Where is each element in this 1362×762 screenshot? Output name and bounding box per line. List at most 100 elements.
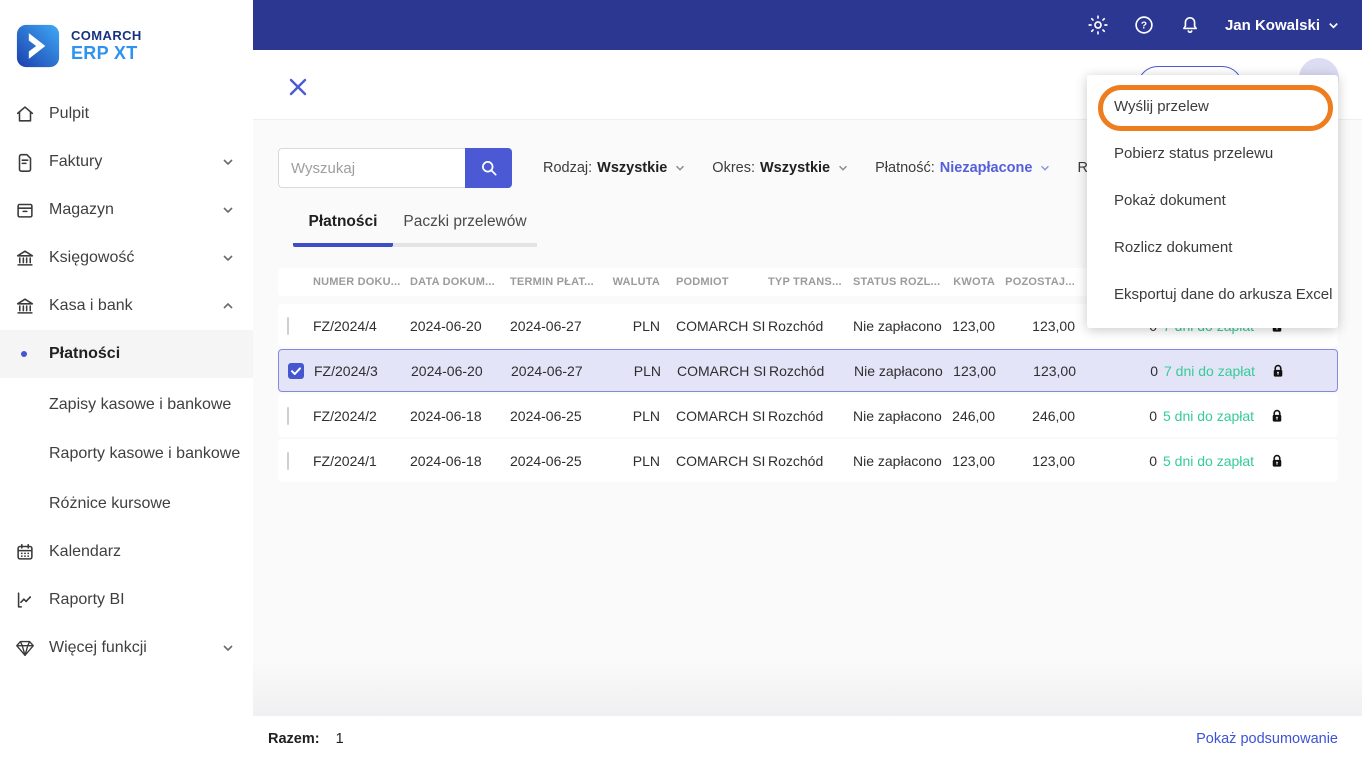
lock-icon [1269, 361, 1289, 381]
menu-item-eksportuj-excel[interactable]: Eksportuj dane do arkusza Excel [1087, 271, 1338, 318]
row-checkbox[interactable] [287, 452, 289, 470]
cell-numer: FZ/2024/2 [313, 408, 410, 424]
cell-status: Nie zapłacono [853, 408, 948, 424]
search-icon [479, 158, 499, 178]
cell-due: 5 dni do zapłat [1163, 408, 1263, 424]
sidebar-item-label: Raporty BI [49, 591, 235, 609]
filter-platnosc[interactable]: Płatność: Niezapłacone [875, 160, 1051, 176]
cell-kwota: 123,00 [949, 363, 996, 379]
gear-icon[interactable] [1087, 14, 1109, 36]
sidebar-item-zapisy-kasowe[interactable]: Zapisy kasowe i bankowe [0, 382, 253, 427]
cell-zero: 0 [1075, 453, 1157, 469]
cell-termin: 2024-06-25 [510, 453, 605, 469]
sidebar-item-ksiegowosc[interactable]: Księgowość [0, 234, 253, 282]
cell-status: Nie zapłacono [854, 363, 949, 379]
sidebar-item-label: Księgowość [49, 249, 221, 267]
sidebar-item-label: Kasa i bank [49, 297, 221, 315]
show-summary-link[interactable]: Pokaż podsumowanie [1196, 731, 1338, 747]
cell-typ: Rozchód [769, 363, 854, 379]
menu-item-pokaz-dokument[interactable]: Pokaż dokument [1087, 177, 1338, 224]
table-row[interactable]: FZ/2024/2 2024-06-18 2024-06-25 PLN COMA… [278, 394, 1338, 437]
close-icon[interactable] [289, 78, 307, 96]
user-menu[interactable]: Jan Kowalski [1225, 17, 1340, 34]
column-header[interactable]: PODMIOT [676, 276, 768, 288]
column-header[interactable]: DATA DOKUM... [410, 276, 510, 288]
filter-label: Rodzaj: [543, 160, 592, 176]
brand-line1: COMARCH [71, 28, 142, 43]
sidebar-item-label: Pulpit [49, 105, 235, 123]
sidebar-item-raporty-kasowe[interactable]: Raporty kasowe i bankowe [0, 431, 253, 476]
filter-label: Płatność: [875, 160, 935, 176]
filter-okres[interactable]: Okres: Wszystkie [712, 160, 849, 176]
sidebar-item-platnosci[interactable]: Płatności [0, 330, 253, 378]
cell-typ: Rozchód [768, 408, 853, 424]
sidebar-item-faktury[interactable]: Faktury [0, 138, 253, 186]
table-row-selected[interactable]: FZ/2024/3 2024-06-20 2024-06-27 PLN COMA… [278, 349, 1338, 392]
bank-icon [14, 247, 36, 269]
row-checkbox-checked[interactable] [288, 363, 304, 379]
lock-icon [1268, 406, 1288, 426]
column-header[interactable]: TERMIN PŁAT... [510, 276, 605, 288]
sidebar-item-label: Więcej funkcji [49, 639, 221, 657]
sidebar-item-raporty-bi[interactable]: Raporty BI [0, 576, 253, 624]
lock-icon [1268, 451, 1288, 471]
filter-rodzaj[interactable]: Rodzaj: Wszystkie [543, 160, 686, 176]
total-value: 1 [336, 731, 344, 747]
cell-numer: FZ/2024/4 [313, 318, 410, 334]
total-label: Razem: [268, 731, 320, 747]
menu-item-pobierz-status[interactable]: Pobierz status przelewu [1087, 130, 1338, 177]
svg-text:?: ? [1141, 21, 1147, 32]
sidebar-item-label: Płatności [49, 345, 120, 363]
bank-icon [14, 295, 36, 317]
filter-value: Wszystkie [597, 160, 667, 176]
tab-platnosci[interactable]: Płatności [293, 213, 393, 247]
sidebar-item-magazyn[interactable]: Magazyn [0, 186, 253, 234]
sidebar-item-label: Magazyn [49, 201, 221, 219]
footer-bar: Razem: 1 Pokaż podsumowanie [253, 716, 1362, 762]
sidebar-item-label: Faktury [49, 153, 221, 171]
topbar: ? Jan Kowalski [253, 0, 1362, 50]
cell-pozostaje: 123,00 [995, 318, 1075, 334]
help-icon[interactable]: ? [1133, 14, 1155, 36]
cell-data: 2024-06-18 [410, 408, 510, 424]
cell-zero: 0 [1075, 408, 1157, 424]
user-name: Jan Kowalski [1225, 17, 1320, 34]
menu-item-rozlicz-dokument[interactable]: Rozlicz dokument [1087, 224, 1338, 271]
chevron-down-icon [837, 162, 849, 174]
column-header[interactable]: WALUTA [605, 276, 660, 288]
chevron-down-icon [221, 251, 235, 265]
sidebar-item-pulpit[interactable]: Pulpit [0, 90, 253, 138]
row-checkbox[interactable] [287, 407, 289, 425]
filter-value: Wszystkie [760, 160, 830, 176]
cell-podmiot: COMARCH SI [676, 453, 768, 469]
invoice-icon [14, 151, 36, 173]
column-header[interactable]: NUMER DOKU... [313, 276, 410, 288]
chevron-down-icon [221, 203, 235, 217]
tab-paczki-przelewow[interactable]: Paczki przelewów [393, 213, 537, 247]
row-checkbox[interactable] [287, 317, 289, 335]
search-button[interactable] [465, 148, 512, 188]
filter-bar: Rodzaj: Wszystkie Okres: Wszystkie Płatn… [543, 148, 1165, 188]
menu-item-wyslij-przelew[interactable]: Wyślij przelew [1087, 83, 1338, 130]
column-header[interactable]: KWOTA [948, 276, 995, 288]
sidebar-item-kasa-i-bank[interactable]: Kasa i bank [0, 282, 253, 330]
cell-kwota: 123,00 [948, 453, 995, 469]
sidebar-item-kalendarz[interactable]: Kalendarz [0, 528, 253, 576]
sidebar: COMARCH ERP XT Pulpit Faktury Magazyn [0, 0, 253, 762]
context-menu: Wyślij przelew Pobierz status przelewu P… [1087, 75, 1338, 328]
cell-pozostaje: 123,00 [996, 363, 1076, 379]
column-header[interactable]: POZOSTAJ... [995, 276, 1075, 288]
sidebar-item-wiecej-funkcji[interactable]: Więcej funkcji [0, 624, 253, 672]
column-header[interactable]: STATUS ROZL... [853, 276, 948, 288]
sidebar-item-roznice-kursowe[interactable]: Różnice kursowe [0, 480, 253, 528]
cell-kwota: 246,00 [948, 408, 995, 424]
filter-value: Niezapłacone [940, 160, 1033, 176]
cell-numer: FZ/2024/1 [313, 453, 410, 469]
box-icon [14, 199, 36, 221]
column-header[interactable]: TYP TRANS... [768, 276, 853, 288]
table-row[interactable]: FZ/2024/1 2024-06-18 2024-06-25 PLN COMA… [278, 439, 1338, 482]
bell-icon[interactable] [1179, 14, 1201, 36]
search-input[interactable] [278, 148, 465, 188]
sidebar-item-label: Raporty kasowe i bankowe [49, 445, 240, 462]
chevron-down-icon [1039, 162, 1051, 174]
